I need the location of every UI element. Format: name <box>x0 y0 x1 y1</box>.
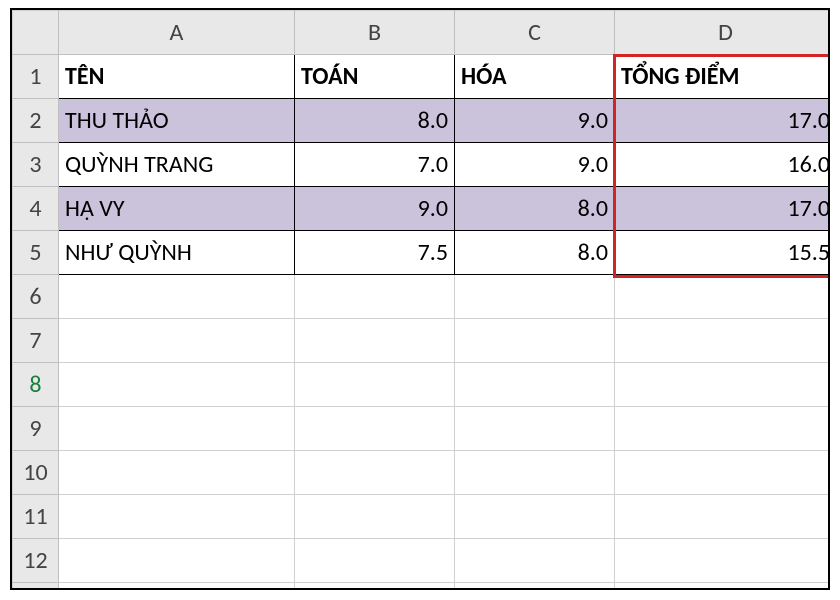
cell-C12[interactable] <box>455 539 615 583</box>
cell-B9[interactable] <box>295 407 455 451</box>
cell-D10[interactable] <box>615 451 831 495</box>
cell-B11[interactable] <box>295 495 455 539</box>
cell-A2[interactable]: THU THẢO <box>59 99 295 143</box>
cell-A7[interactable] <box>59 319 295 363</box>
cell-B2[interactable]: 8.0 <box>295 99 455 143</box>
cell-D4[interactable]: 17.0 <box>615 187 831 231</box>
cell-A4[interactable]: HẠ VY <box>59 187 295 231</box>
col-header-C[interactable]: C <box>455 11 615 55</box>
cell-A8[interactable] <box>59 363 295 407</box>
spreadsheet-grid[interactable]: A B C D 1 TÊN TOÁN HÓA TỔNG ĐIỂM 2 THU T… <box>12 10 830 590</box>
header-row: 1 TÊN TOÁN HÓA TỔNG ĐIỂM <box>13 55 831 99</box>
col-header-A[interactable]: A <box>59 11 295 55</box>
row-header-6[interactable]: 6 <box>13 275 59 319</box>
row-header-1[interactable]: 1 <box>13 55 59 99</box>
row-header-2[interactable]: 2 <box>13 99 59 143</box>
cell-D1[interactable]: TỔNG ĐIỂM <box>615 55 831 99</box>
row-header-8[interactable]: 8 <box>13 363 59 407</box>
cell-C2[interactable]: 9.0 <box>455 99 615 143</box>
row-header-13[interactable]: 13 <box>13 583 59 591</box>
row-header-10[interactable]: 10 <box>13 451 59 495</box>
data-row: 2 THU THẢO 8.0 9.0 17.0 <box>13 99 831 143</box>
cell-B6[interactable] <box>295 275 455 319</box>
cell-D6[interactable] <box>615 275 831 319</box>
cell-C8[interactable] <box>455 363 615 407</box>
cell-B8[interactable] <box>295 363 455 407</box>
row-header-3[interactable]: 3 <box>13 143 59 187</box>
cell-D2[interactable]: 17.0 <box>615 99 831 143</box>
cell-B1[interactable]: TOÁN <box>295 55 455 99</box>
cell-B10[interactable] <box>295 451 455 495</box>
cell-A10[interactable] <box>59 451 295 495</box>
cell-B12[interactable] <box>295 539 455 583</box>
cell-A3[interactable]: QUỲNH TRANG <box>59 143 295 187</box>
cell-C10[interactable] <box>455 451 615 495</box>
data-row: 3 QUỲNH TRANG 7.0 9.0 16.0 <box>13 143 831 187</box>
col-header-B[interactable]: B <box>295 11 455 55</box>
cell-A1[interactable]: TÊN <box>59 55 295 99</box>
cell-B5[interactable]: 7.5 <box>295 231 455 275</box>
data-row: 4 HẠ VY 9.0 8.0 17.0 <box>13 187 831 231</box>
cell-B3[interactable]: 7.0 <box>295 143 455 187</box>
cell-A13[interactable] <box>59 583 295 591</box>
cell-A5[interactable]: NHƯ QUỲNH <box>59 231 295 275</box>
cell-B4[interactable]: 9.0 <box>295 187 455 231</box>
cell-A12[interactable] <box>59 539 295 583</box>
data-row: 5 NHƯ QUỲNH 7.5 8.0 15.5 <box>13 231 831 275</box>
cell-A9[interactable] <box>59 407 295 451</box>
column-header-row: A B C D <box>13 11 831 55</box>
spreadsheet-frame: A B C D 1 TÊN TOÁN HÓA TỔNG ĐIỂM 2 THU T… <box>10 8 830 590</box>
cell-C5[interactable]: 8.0 <box>455 231 615 275</box>
cell-D8[interactable] <box>615 363 831 407</box>
cell-C3[interactable]: 9.0 <box>455 143 615 187</box>
row-header-11[interactable]: 11 <box>13 495 59 539</box>
row-header-7[interactable]: 7 <box>13 319 59 363</box>
row-header-5[interactable]: 5 <box>13 231 59 275</box>
cell-C11[interactable] <box>455 495 615 539</box>
cell-B7[interactable] <box>295 319 455 363</box>
cell-C1[interactable]: HÓA <box>455 55 615 99</box>
row-header-12[interactable]: 12 <box>13 539 59 583</box>
cell-A11[interactable] <box>59 495 295 539</box>
cell-A6[interactable] <box>59 275 295 319</box>
col-header-D[interactable]: D <box>615 11 831 55</box>
cell-C9[interactable] <box>455 407 615 451</box>
cell-D11[interactable] <box>615 495 831 539</box>
cell-D3[interactable]: 16.0 <box>615 143 831 187</box>
row-header-4[interactable]: 4 <box>13 187 59 231</box>
cell-D5[interactable]: 15.5 <box>615 231 831 275</box>
row-header-9[interactable]: 9 <box>13 407 59 451</box>
cell-C7[interactable] <box>455 319 615 363</box>
select-all-corner[interactable] <box>13 11 59 55</box>
cell-B13[interactable] <box>295 583 455 591</box>
cell-D13[interactable] <box>615 583 831 591</box>
cell-C6[interactable] <box>455 275 615 319</box>
cell-D7[interactable] <box>615 319 831 363</box>
cell-C4[interactable]: 8.0 <box>455 187 615 231</box>
cell-C13[interactable] <box>455 583 615 591</box>
cell-D9[interactable] <box>615 407 831 451</box>
cell-D12[interactable] <box>615 539 831 583</box>
